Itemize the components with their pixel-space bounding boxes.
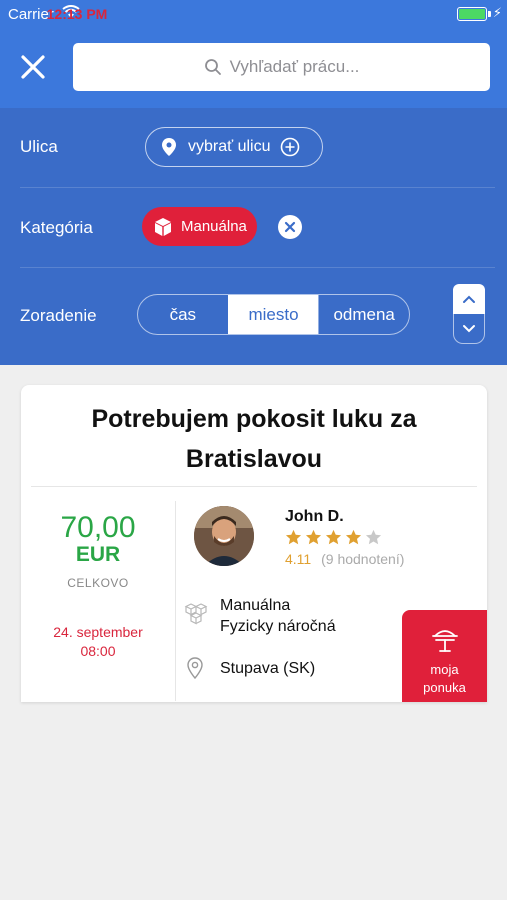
app-header: Carrier 12:13 PM ⚡ Vyhľadať prácu... xyxy=(0,0,507,108)
select-street-button[interactable]: vybrať ulicu xyxy=(145,127,323,167)
category-filter-label: Kategória xyxy=(20,218,93,237)
close-icon xyxy=(21,55,45,79)
job-category: Manuálna xyxy=(220,597,291,614)
sort-segmented-control: čas miesto odmena xyxy=(137,294,410,335)
job-card[interactable]: Potrebujem pokosit luku za Bratislavou 7… xyxy=(21,385,487,702)
category-chip-label: Manuálna xyxy=(181,218,247,235)
charging-icon: ⚡ xyxy=(492,5,502,20)
my-offer-button[interactable]: moja ponuka xyxy=(402,610,487,702)
sort-option-place[interactable]: miesto xyxy=(227,295,319,334)
select-street-label: vybrať ulicu xyxy=(188,138,271,155)
sort-label: Zoradenie xyxy=(20,306,97,325)
job-title: Potrebujem pokosit luku za Bratislavou xyxy=(91,405,417,473)
street-filter-label: Ulica xyxy=(20,137,58,156)
rating-value: 4.11 xyxy=(285,551,312,567)
box-icon xyxy=(155,217,171,236)
rating-count: (9 hodnotení) xyxy=(321,551,405,567)
sort-option-time[interactable]: čas xyxy=(138,295,228,334)
star-filled-icon xyxy=(305,529,322,545)
map-pin-icon xyxy=(162,138,176,156)
add-circle-icon xyxy=(281,137,300,157)
search-input[interactable]: Vyhľadať prácu... xyxy=(73,43,490,91)
job-currency: EUR xyxy=(75,543,121,566)
job-time: 08:00 xyxy=(80,643,116,659)
search-icon xyxy=(204,59,221,75)
clock: 12:13 PM xyxy=(46,6,108,22)
battery-icon xyxy=(457,7,487,21)
category-chip[interactable]: Manuálna xyxy=(142,207,257,246)
star-filled-icon xyxy=(285,529,302,545)
sort-ascending-button[interactable] xyxy=(453,284,485,314)
my-offer-label-1: moja xyxy=(430,662,459,677)
status-bar: Carrier 12:13 PM ⚡ xyxy=(0,0,507,28)
user-name: John D. xyxy=(285,508,344,525)
chevron-up-icon xyxy=(463,295,475,303)
user-rating: 4.11 (9 hodnotení) xyxy=(285,551,404,567)
user-rating-stars xyxy=(285,529,385,545)
location-pin-icon xyxy=(187,657,203,679)
star-filled-icon xyxy=(325,529,342,545)
boxes-icon xyxy=(184,603,208,625)
job-date: 24. september xyxy=(53,624,143,640)
close-icon xyxy=(284,221,296,233)
my-offer-label-2: ponuka xyxy=(423,680,466,695)
sort-descending-button[interactable] xyxy=(453,314,485,344)
job-location: Stupava (SK) xyxy=(220,660,316,677)
job-difficulty: Fyzicky náročná xyxy=(220,618,336,635)
sort-direction-stepper xyxy=(453,284,485,344)
clear-category-button[interactable] xyxy=(278,215,302,239)
avatar[interactable] xyxy=(194,506,254,566)
close-button[interactable] xyxy=(16,50,50,84)
search-placeholder: Vyhľadať prácu... xyxy=(229,57,360,76)
sort-option-reward[interactable]: odmena xyxy=(318,295,409,334)
chevron-down-icon xyxy=(463,324,475,332)
star-empty-icon xyxy=(365,529,382,545)
price-note: CELKOVO xyxy=(67,576,129,590)
auction-icon xyxy=(432,630,458,652)
star-filled-icon xyxy=(345,529,362,545)
job-price: 70,00 xyxy=(60,511,136,544)
